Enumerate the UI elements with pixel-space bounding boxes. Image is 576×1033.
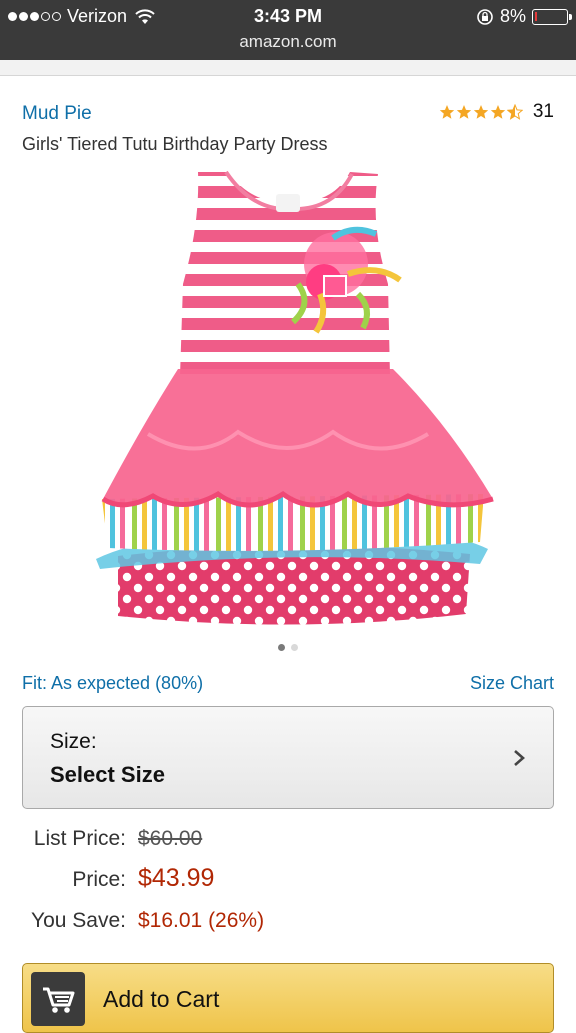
- page-top-divider: [0, 60, 576, 76]
- pager-dot: [291, 644, 298, 651]
- price-row: Price: $43.99: [0, 864, 576, 896]
- product-image[interactable]: [88, 164, 498, 634]
- pager-dot-active: [278, 644, 285, 651]
- size-chart-link[interactable]: Size Chart: [470, 673, 554, 694]
- rating-summary[interactable]: 31: [439, 101, 554, 123]
- star-icon: [473, 105, 489, 119]
- url-bar[interactable]: amazon.com: [0, 32, 576, 52]
- battery-percent: 8%: [499, 6, 526, 26]
- battery-icon: [532, 8, 572, 25]
- size-label: Size:: [50, 730, 97, 753]
- star-rating: [439, 104, 523, 120]
- brand-link[interactable]: Mud Pie: [22, 103, 92, 125]
- list-price-value: $60.00: [138, 827, 203, 850]
- you-save-row: You Save: $16.01 (26%): [0, 909, 576, 937]
- add-to-cart-button[interactable]: Add to Cart: [22, 963, 554, 1033]
- chevron-right-icon: [514, 750, 525, 766]
- battery-level: [535, 11, 537, 21]
- price-label: Price:: [72, 868, 126, 891]
- price-value: $43.99: [138, 864, 215, 892]
- size-selector[interactable]: Size: Select Size: [22, 706, 554, 809]
- rating-count: 31: [532, 101, 554, 122]
- half-star-icon: [506, 104, 523, 120]
- add-to-cart-label: Add to Cart: [103, 986, 220, 1012]
- fit-info-link[interactable]: Fit: As expected (80%): [22, 673, 203, 694]
- list-price-label: List Price:: [33, 827, 126, 850]
- you-save-label: You Save:: [31, 909, 126, 932]
- rotation-lock-icon: [477, 8, 493, 25]
- image-pager[interactable]: [0, 644, 576, 651]
- star-icon: [490, 105, 506, 119]
- star-icon: [439, 105, 455, 119]
- status-bar: Verizon 3:43 PM 8% amazon.com: [0, 0, 576, 60]
- size-value: Select Size: [50, 762, 165, 787]
- product-title: Girls' Tiered Tutu Birthday Party Dress: [22, 134, 328, 154]
- list-price-row: List Price: $60.00: [0, 827, 576, 855]
- cart-icon-box: [31, 972, 85, 1026]
- cart-icon: [43, 987, 75, 1013]
- you-save-value: $16.01 (26%): [138, 909, 265, 932]
- star-icon: [456, 105, 472, 119]
